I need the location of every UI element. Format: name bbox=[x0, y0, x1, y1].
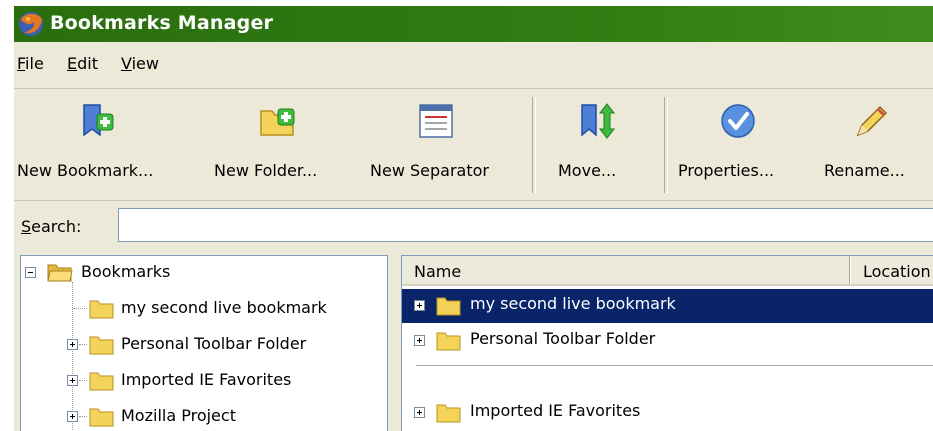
column-header-label: Name bbox=[414, 262, 462, 281]
expand-icon[interactable] bbox=[67, 375, 78, 386]
new-folder-icon bbox=[260, 108, 295, 136]
tree-item-label: Bookmarks bbox=[81, 262, 171, 281]
new-folder-button[interactable]: New Folder... bbox=[200, 95, 356, 195]
firefox-logo-icon bbox=[19, 12, 43, 36]
search-bar: Search: bbox=[14, 200, 933, 251]
tree-item-personal-toolbar[interactable]: Personal Toolbar Folder bbox=[21, 328, 387, 362]
new-folder-label: New Folder... bbox=[214, 161, 318, 180]
expand-icon[interactable] bbox=[67, 411, 78, 422]
rename-button[interactable]: Rename... bbox=[812, 95, 933, 195]
expand-icon[interactable] bbox=[67, 339, 78, 350]
properties-button[interactable]: Properties... bbox=[672, 95, 810, 195]
folder-icon bbox=[89, 372, 114, 391]
toolbar-separator bbox=[532, 97, 536, 193]
new-separator-button[interactable]: New Separator bbox=[358, 95, 530, 195]
folder-tree[interactable]: Bookmarks my second live bookmark Person… bbox=[20, 255, 388, 431]
expand-icon[interactable] bbox=[414, 407, 425, 418]
tree-item-mozilla-project[interactable]: Mozilla Project bbox=[21, 400, 387, 431]
open-folder-icon bbox=[47, 264, 73, 282]
menu-file[interactable]: File bbox=[17, 54, 44, 73]
list-row-label: my second live bookmark bbox=[470, 294, 676, 313]
tree-branch-line bbox=[73, 308, 87, 309]
folder-icon bbox=[89, 300, 114, 319]
folder-icon bbox=[436, 297, 461, 316]
move-icon bbox=[581, 103, 616, 139]
new-bookmark-label: New Bookmark... bbox=[17, 161, 154, 180]
window-title: Bookmarks Manager bbox=[50, 12, 274, 34]
tree-item-label: Personal Toolbar Folder bbox=[121, 334, 307, 353]
new-bookmark-icon bbox=[83, 104, 114, 137]
new-separator-icon bbox=[419, 104, 453, 138]
tree-item-label: my second live bookmark bbox=[121, 298, 327, 317]
column-header-label: Location bbox=[863, 262, 931, 281]
list-row-label: Imported IE Favorites bbox=[470, 401, 641, 420]
menu-bar: File Edit View bbox=[14, 42, 933, 88]
list-separator[interactable] bbox=[416, 365, 933, 367]
tree-item-imported-ie[interactable]: Imported IE Favorites bbox=[21, 364, 387, 398]
list-row-personal-toolbar[interactable]: Personal Toolbar Folder bbox=[402, 324, 933, 358]
tree-item-label: Imported IE Favorites bbox=[121, 370, 292, 389]
new-bookmark-button[interactable]: New Bookmark... bbox=[14, 95, 198, 195]
bookmark-list[interactable]: Name Location my second live bookmark Pe… bbox=[401, 255, 933, 431]
tree-item-bookmarks[interactable]: Bookmarks bbox=[21, 256, 387, 290]
pane-splitter[interactable] bbox=[392, 250, 400, 431]
menu-edit-accel: E bbox=[67, 54, 78, 73]
move-label: Move... bbox=[558, 161, 617, 180]
expand-icon[interactable] bbox=[414, 300, 425, 311]
folder-icon bbox=[89, 336, 114, 355]
title-bar: Bookmarks Manager bbox=[14, 6, 933, 42]
folder-icon bbox=[89, 408, 114, 427]
folder-icon bbox=[436, 404, 461, 423]
tree-item-label: Mozilla Project bbox=[121, 406, 236, 425]
new-separator-label: New Separator bbox=[370, 161, 489, 180]
list-row-live-bookmark[interactable]: my second live bookmark bbox=[402, 289, 933, 323]
rename-icon bbox=[856, 105, 888, 137]
list-row-label: Personal Toolbar Folder bbox=[470, 329, 656, 348]
tree-branch-line bbox=[79, 380, 87, 381]
toolbar: New Bookmark... New Folder... New Separa… bbox=[14, 88, 933, 201]
menu-view-accel: V bbox=[121, 54, 132, 73]
tree-item-live-bookmark[interactable]: my second live bookmark bbox=[21, 292, 387, 326]
properties-icon bbox=[721, 104, 755, 138]
toolbar-separator-2 bbox=[664, 97, 668, 193]
content-panes: Bookmarks my second live bookmark Person… bbox=[14, 250, 933, 431]
list-row-imported-ie[interactable]: Imported IE Favorites bbox=[402, 396, 933, 430]
tree-branch-line bbox=[79, 344, 87, 345]
column-header-name[interactable]: Name bbox=[402, 256, 850, 286]
collapse-icon[interactable] bbox=[25, 267, 36, 278]
menu-file-accel: F bbox=[17, 54, 26, 73]
move-button[interactable]: Move... bbox=[540, 95, 658, 195]
rename-label: Rename... bbox=[824, 161, 905, 180]
menu-view[interactable]: View bbox=[121, 54, 159, 73]
expand-icon[interactable] bbox=[414, 335, 425, 346]
search-label: Search: bbox=[21, 217, 82, 236]
tree-branch-line bbox=[79, 416, 87, 417]
properties-label: Properties... bbox=[678, 161, 775, 180]
folder-icon bbox=[436, 332, 461, 351]
menu-edit[interactable]: Edit bbox=[67, 54, 98, 73]
search-input[interactable] bbox=[118, 208, 933, 242]
column-header-location[interactable]: Location bbox=[850, 256, 933, 286]
